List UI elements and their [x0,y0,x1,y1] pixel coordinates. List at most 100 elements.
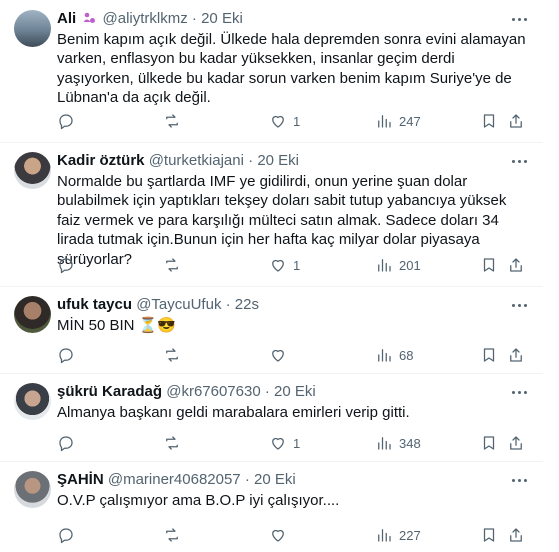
tweet-actions: 1 348 [57,433,527,453]
tweet-text: O.V.P çalışmıyor ama B.O.P iyi çalışıyor… [57,492,340,509]
more-icon[interactable] [509,10,529,28]
share-button[interactable] [507,111,525,131]
retweet-button[interactable] [163,345,187,365]
retweet-icon [166,436,178,450]
reply-icon [59,258,73,274]
separator-dot: · [225,296,231,313]
share-button[interactable] [507,255,525,275]
reply-button[interactable] [57,111,81,131]
like-button[interactable]: 1 [269,255,300,275]
views-count: 348 [399,435,421,451]
views-icon [378,259,391,272]
reply-icon [59,528,73,544]
like-button[interactable] [269,525,293,545]
reply-button[interactable] [57,433,81,453]
like-button[interactable] [269,345,293,365]
tweet-text: MİN 50 BIN ⏳😎 [57,317,177,334]
tweet[interactable]: ufuk taycu @TaycuUfuk · 22s MİN 50 BIN ⏳… [0,286,543,374]
tweet-header: Kadir öztürk @turketkiajani · 20 Eki [57,151,503,171]
bookmark-button[interactable] [480,345,498,365]
retweet-icon [166,114,178,128]
avatar[interactable] [14,152,51,189]
more-icon[interactable] [509,471,529,489]
more-icon[interactable] [509,152,529,170]
tweet[interactable]: Kadir öztürk @turketkiajani · 20 Eki Nor… [0,142,543,287]
separator-dot: · [248,152,254,169]
tweet-header: Ali @aliytrklkmz · 20 Eki [57,9,503,29]
retweet-icon [166,348,178,362]
avatar[interactable] [14,471,51,508]
bookmark-icon [483,528,495,542]
avatar[interactable] [14,10,51,47]
like-button[interactable]: 1 [269,433,300,453]
like-count: 1 [293,113,301,129]
tweet[interactable]: şükrü Karadağ @kr67607630 · 20 Eki Alman… [0,373,543,462]
user-handle[interactable]: @kr67607630 [166,383,260,400]
tweet-header: ŞAHİN @mariner40682057 · 20 Eki [57,470,503,490]
timestamp[interactable]: 22s [235,296,259,313]
views-button[interactable]: 227 [375,525,421,545]
timestamp[interactable]: 20 Eki [254,471,296,488]
avatar[interactable] [14,383,51,420]
views-button[interactable]: 247 [375,111,421,131]
reply-button[interactable] [57,525,81,545]
avatar[interactable] [14,296,51,333]
like-button[interactable]: 1 [269,111,300,131]
retweet-button[interactable] [163,433,187,453]
views-icon [378,115,391,128]
separator-dot: · [264,383,270,400]
display-name[interactable]: Ali [57,10,76,27]
tweet[interactable]: Ali @aliytrklkmz · 20 Eki Benim kapım aç… [0,0,543,143]
like-icon [272,115,284,128]
retweet-button[interactable] [163,525,187,545]
more-icon[interactable] [509,383,529,401]
views-count: 201 [399,257,421,273]
share-icon [510,258,522,272]
user-handle[interactable]: @TaycuUfuk [136,296,221,313]
reply-icon [59,114,73,130]
share-icon [510,114,522,128]
reply-button[interactable] [57,255,81,275]
tweet-actions: 1 247 [57,111,527,131]
timestamp[interactable]: 20 Eki [274,383,316,400]
share-button[interactable] [507,525,525,545]
display-name[interactable]: şükrü Karadağ [57,383,162,400]
bookmark-button[interactable] [480,525,498,545]
tweet-text: Almanya başkanı geldi marabalara emirler… [57,404,410,421]
tweet-text: Benim kapım açık değil. Ülkede hala depr… [57,31,526,107]
bookmark-button[interactable] [480,433,498,453]
views-button[interactable]: 68 [375,345,413,365]
bookmark-icon [483,114,495,128]
retweet-icon [166,528,178,542]
bookmark-icon [483,348,495,362]
tweet[interactable]: ŞAHİN @mariner40682057 · 20 Eki O.V.P ça… [0,461,543,552]
views-button[interactable]: 201 [375,255,421,275]
user-handle[interactable]: @mariner40682057 [108,471,241,488]
views-icon [378,349,391,362]
separator-dot: · [191,10,197,27]
user-handle[interactable]: @aliytrklkmz [103,10,188,27]
tweet-actions: 1 201 [57,255,527,275]
like-icon [272,437,284,450]
share-button[interactable] [507,345,525,365]
bookmark-icon [483,258,495,272]
reply-icon [59,348,73,364]
share-button[interactable] [507,433,525,453]
like-icon [272,529,284,542]
bookmark-button[interactable] [480,255,498,275]
user-handle[interactable]: @turketkiajani [149,152,244,169]
more-icon[interactable] [509,296,529,314]
display-name[interactable]: ŞAHİN [57,471,104,488]
timestamp[interactable]: 20 Eki [201,10,243,27]
share-icon [510,528,522,542]
timestamp[interactable]: 20 Eki [257,152,299,169]
display-name[interactable]: ufuk taycu [57,296,132,313]
retweet-button[interactable] [163,255,187,275]
share-icon [510,436,522,450]
retweet-button[interactable] [163,111,187,131]
tweet-header: şükrü Karadağ @kr67607630 · 20 Eki [57,382,503,402]
views-button[interactable]: 348 [375,433,421,453]
bookmark-button[interactable] [480,111,498,131]
reply-button[interactable] [57,345,81,365]
display-name[interactable]: Kadir öztürk [57,152,145,169]
